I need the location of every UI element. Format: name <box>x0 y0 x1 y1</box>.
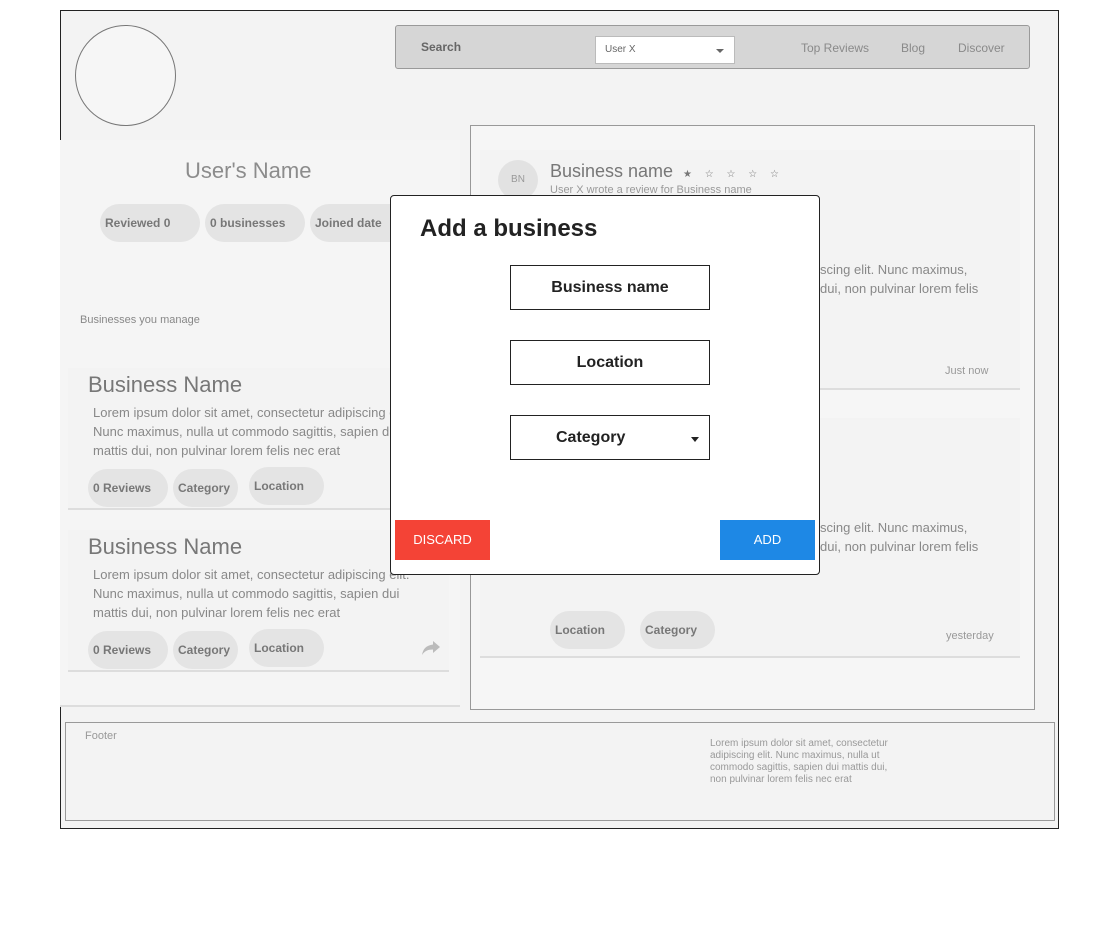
nav-search-link[interactable]: Search <box>421 40 461 54</box>
location-badge: Location <box>249 629 324 667</box>
review-text-line: scing elit. Nunc maximus, <box>820 262 968 277</box>
footer <box>65 722 1055 821</box>
discard-button[interactable]: DISCARD <box>395 520 490 560</box>
location-field[interactable]: Location <box>510 340 710 385</box>
chevron-down-icon <box>716 49 724 53</box>
user-select-value: User X <box>605 44 636 55</box>
review-text-line: dui, non pulvinar lorem felis <box>820 281 979 296</box>
category-badge: Category <box>173 469 238 507</box>
category-badge: Category <box>173 631 238 669</box>
nav-link-top-reviews[interactable]: Top Reviews <box>801 41 869 55</box>
location-badge: Location <box>249 467 324 505</box>
business-avatar: BN <box>498 160 538 200</box>
business-description: Lorem ipsum dolor sit amet, consectetur … <box>93 405 410 458</box>
nav-link-blog[interactable]: Blog <box>901 41 925 55</box>
reviews-count-badge: 0 Reviews <box>88 631 168 669</box>
business-description: Lorem ipsum dolor sit amet, consectetur … <box>93 567 410 620</box>
rating-stars: ★ ☆ ☆ ☆ ☆ <box>683 169 784 180</box>
review-business-name[interactable]: Business name <box>550 161 673 182</box>
business-name[interactable]: Business Name <box>88 372 242 398</box>
category-badge: Category <box>640 611 715 649</box>
chevron-down-icon <box>691 437 699 442</box>
footer-label: Footer <box>85 730 117 742</box>
nav-link-discover[interactable]: Discover <box>958 41 1005 55</box>
share-icon[interactable] <box>421 640 441 656</box>
review-text-line: dui, non pulvinar lorem felis <box>820 539 979 554</box>
footer-text: Lorem ipsum dolor sit amet, consectetur … <box>710 738 888 785</box>
add-button[interactable]: ADD <box>720 520 815 560</box>
review-text-line: scing elit. Nunc maximus, <box>820 520 968 535</box>
stat-businesses-badge: 0 businesses <box>205 204 305 242</box>
add-business-modal <box>390 195 820 575</box>
review-time: yesterday <box>946 630 994 642</box>
avatar[interactable] <box>75 25 176 126</box>
user-name: User's Name <box>185 158 312 183</box>
review-time: Just now <box>945 365 989 377</box>
category-select[interactable]: Category <box>510 415 710 460</box>
managed-businesses-label: Businesses you manage <box>80 314 200 326</box>
user-select-dropdown[interactable]: User X <box>595 36 735 64</box>
business-name[interactable]: Business Name <box>88 534 242 560</box>
business-name-field[interactable]: Business name <box>510 265 710 310</box>
modal-title: Add a business <box>420 215 598 242</box>
location-badge: Location <box>550 611 625 649</box>
reviews-count-badge: 0 Reviews <box>88 469 168 507</box>
stat-reviewed-badge: Reviewed 0 <box>100 204 200 242</box>
